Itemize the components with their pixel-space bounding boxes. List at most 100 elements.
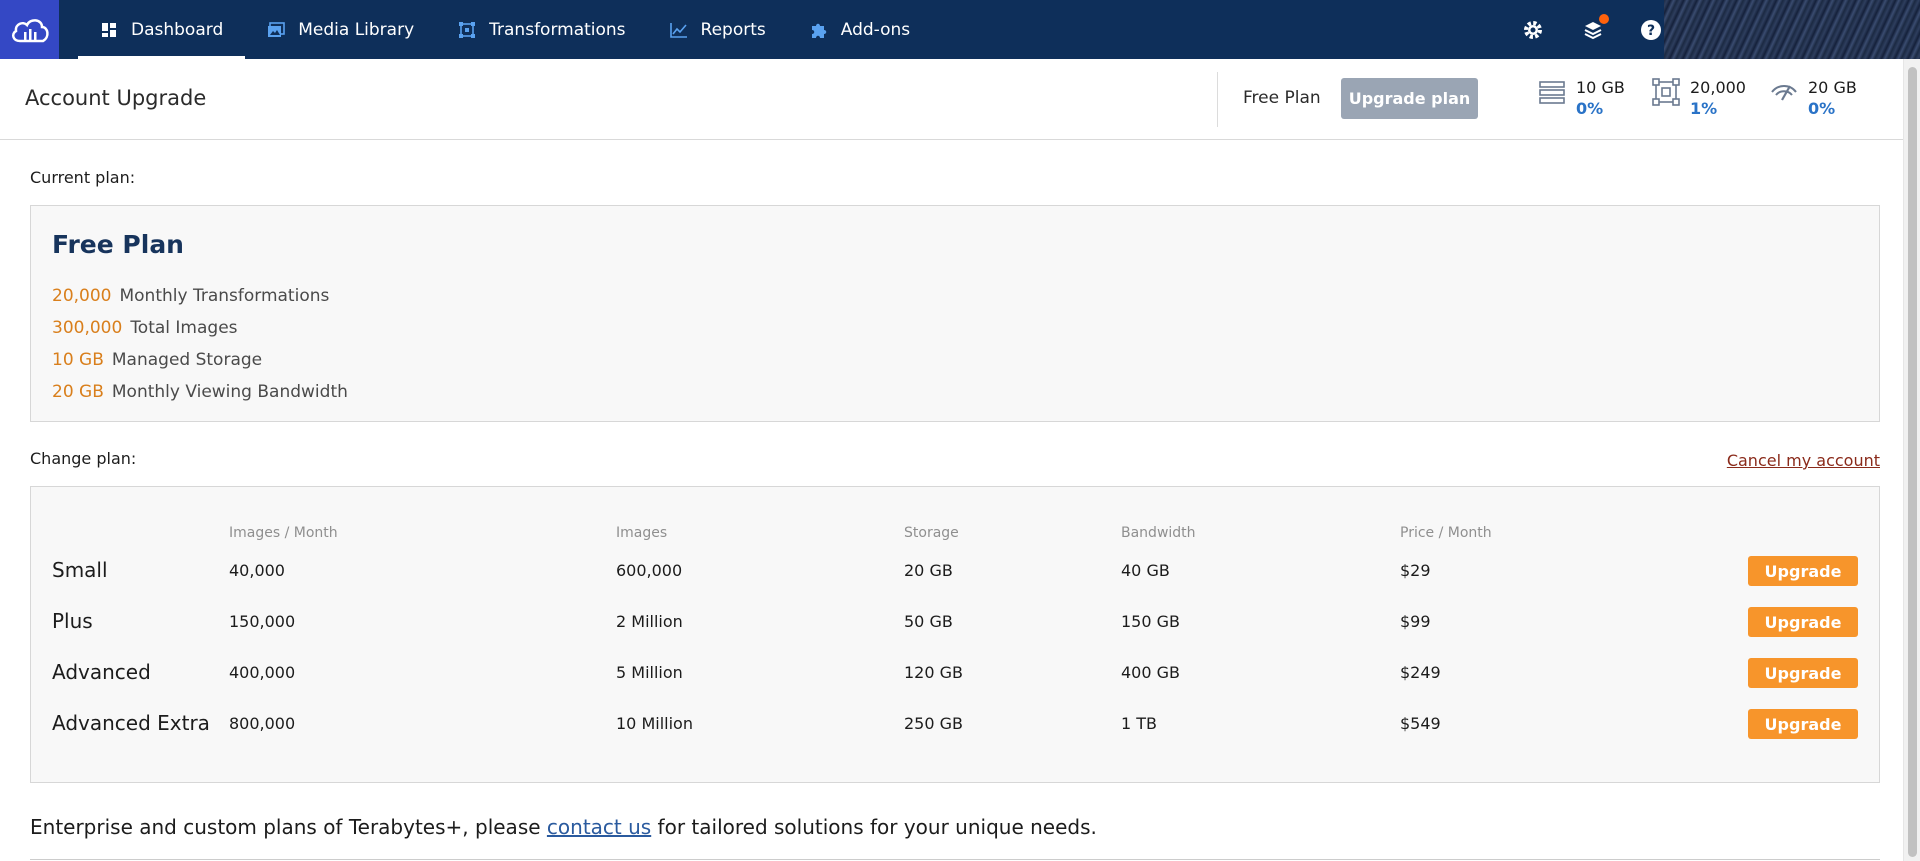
upgrade-advanced-button[interactable]: Upgrade — [1748, 658, 1858, 688]
feature-text: Managed Storage — [111, 350, 263, 370]
bandwidth: 40 GB — [1121, 561, 1170, 580]
plan-row: Advanced Extra 800,000 10 Million 250 GB… — [31, 707, 1879, 741]
images: 600,000 — [616, 561, 683, 580]
plan-name: Advanced Extra — [52, 711, 210, 735]
usage-percent: 0% — [1808, 99, 1836, 118]
images-month: 800,000 — [229, 714, 296, 733]
usage-value: 20,000 — [1690, 78, 1746, 97]
nav-dashboard[interactable]: Dashboard — [78, 0, 246, 59]
plan-name: Advanced — [52, 660, 151, 684]
feature-value: 300,000 — [52, 318, 123, 338]
cloud-icon — [11, 18, 49, 42]
storage: 250 GB — [904, 714, 963, 733]
usage-value: 10 GB — [1576, 78, 1625, 97]
feature-value: 20,000 — [52, 286, 112, 306]
divider — [1217, 72, 1218, 127]
media-library-icon — [267, 21, 286, 39]
plan-feature: 10 GB Managed Storage — [52, 350, 262, 370]
images: 5 Million — [616, 663, 683, 682]
nav-media-library[interactable]: Media Library — [245, 0, 436, 59]
current-plan-name: Free Plan — [1243, 88, 1321, 108]
price: $549 — [1400, 714, 1441, 733]
gear-icon[interactable] — [1520, 17, 1546, 43]
feature-value: 10 GB — [52, 350, 104, 370]
plan-row: Plus 150,000 2 Million 50 GB 150 GB $99 … — [31, 605, 1879, 639]
images-month: 400,000 — [229, 663, 296, 682]
enterprise-note: Enterprise and custom plans of Terabytes… — [30, 815, 1097, 839]
divider — [30, 859, 1880, 860]
scrollbar-thumb[interactable] — [1908, 67, 1917, 857]
usage-bandwidth: 20 GB 0% — [1770, 77, 1857, 119]
transformations-quota-icon — [1652, 77, 1680, 107]
images-month: 40,000 — [229, 561, 285, 580]
feature-text: Total Images — [130, 318, 238, 338]
storage-icon — [1538, 77, 1566, 107]
nav-label: Media Library — [298, 19, 415, 40]
bandwidth: 1 TB — [1121, 714, 1158, 733]
page-title: Account Upgrade — [25, 86, 207, 110]
nav-label: Transformations — [489, 19, 626, 40]
nav-label: Dashboard — [131, 19, 224, 40]
price: $99 — [1400, 612, 1431, 631]
feature-text: Monthly Viewing Bandwidth — [111, 382, 348, 402]
nav-label: Reports — [700, 19, 766, 40]
feature-text: Monthly Transformations — [119, 286, 330, 306]
images: 10 Million — [616, 714, 693, 733]
plan-row: Advanced 400,000 5 Million 120 GB 400 GB… — [31, 656, 1879, 690]
change-plan-label: Change plan: — [30, 449, 137, 468]
column-header: Images / Month — [229, 525, 338, 541]
usage-percent: 0% — [1576, 99, 1604, 118]
plan-row: Small 40,000 600,000 20 GB 40 GB $29 Upg… — [31, 554, 1879, 588]
enterprise-note-start: Enterprise and custom plans of Terabytes… — [30, 815, 547, 839]
notification-badge — [1599, 13, 1609, 24]
storage: 120 GB — [904, 663, 963, 682]
reports-icon — [669, 21, 688, 39]
storage: 20 GB — [904, 561, 953, 580]
scrollbar[interactable] — [1903, 59, 1920, 861]
current-plan-label: Current plan: — [30, 168, 136, 187]
upgrade-plan-button[interactable]: Upgrade plan — [1341, 78, 1478, 119]
price: $29 — [1400, 561, 1431, 580]
upgrade-plus-button[interactable]: Upgrade — [1748, 607, 1858, 637]
plan-feature: 20 GB Monthly Viewing Bandwidth — [52, 382, 348, 402]
svg-text:?: ? — [1647, 23, 1655, 39]
column-header: Bandwidth — [1121, 525, 1196, 541]
feature-value: 20 GB — [52, 382, 104, 402]
plans-table: Images / Month Images Storage Bandwidth … — [30, 486, 1880, 783]
nav-add-ons[interactable]: Add-ons — [788, 0, 932, 59]
cancel-account-link[interactable]: Cancel my account — [1727, 451, 1880, 470]
transformations-icon — [458, 21, 476, 39]
plan-name: Small — [52, 558, 108, 582]
current-plan-card: Free Plan 20,000 Monthly Transformations … — [30, 205, 1880, 422]
bandwidth-icon — [1770, 77, 1798, 107]
price: $249 — [1400, 663, 1441, 682]
upgrade-advanced-extra-button[interactable]: Upgrade — [1748, 709, 1858, 739]
storage: 50 GB — [904, 612, 953, 631]
nav-reports[interactable]: Reports — [648, 0, 788, 59]
column-header: Images — [616, 525, 668, 541]
usage-percent: 1% — [1690, 99, 1718, 118]
column-header: Storage — [904, 525, 959, 541]
puzzle-icon — [810, 21, 828, 39]
images: 2 Million — [616, 612, 683, 631]
usage-transformations: 20,000 1% — [1652, 77, 1746, 119]
current-plan-title: Free Plan — [52, 230, 184, 259]
top-nav: Dashboard Media Library Transformations … — [0, 0, 1920, 59]
upgrade-small-button[interactable]: Upgrade — [1748, 556, 1858, 586]
nav-label: Add-ons — [840, 19, 911, 40]
notifications-icon[interactable] — [1580, 13, 1609, 43]
contact-us-link[interactable]: contact us — [547, 815, 651, 839]
bandwidth: 150 GB — [1121, 612, 1180, 631]
plan-feature: 300,000 Total Images — [52, 318, 238, 338]
usage-storage: 10 GB 0% — [1538, 77, 1625, 119]
account-avatar-area[interactable] — [1664, 0, 1920, 59]
cloudinary-logo[interactable] — [0, 0, 59, 59]
nav-transformations[interactable]: Transformations — [436, 0, 647, 59]
dashboard-icon — [100, 21, 118, 39]
plan-feature: 20,000 Monthly Transformations — [52, 286, 329, 306]
images-month: 150,000 — [229, 612, 296, 631]
bandwidth: 400 GB — [1121, 663, 1180, 682]
enterprise-note-end: for tailored solutions for your unique n… — [651, 815, 1097, 839]
usage-value: 20 GB — [1808, 78, 1857, 97]
column-header: Price / Month — [1400, 525, 1492, 541]
